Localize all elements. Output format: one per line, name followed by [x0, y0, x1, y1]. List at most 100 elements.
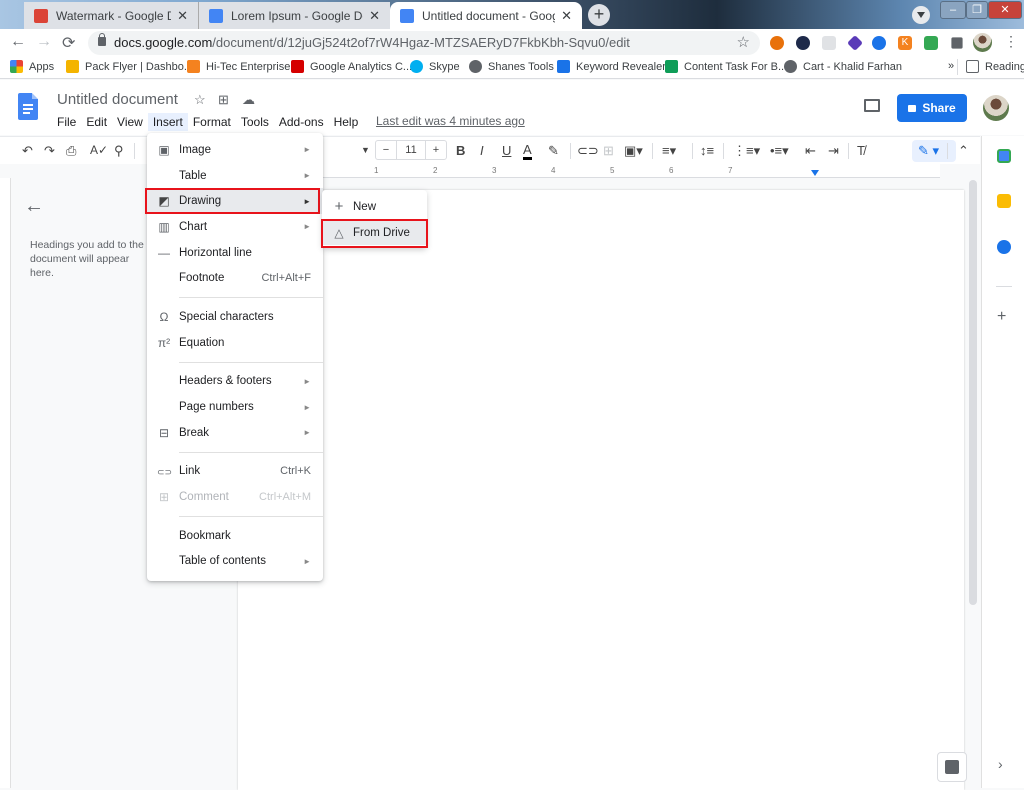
extension-7-icon[interactable] — [847, 35, 863, 51]
explore-button[interactable] — [937, 752, 967, 782]
forward-icon[interactable]: → — [36, 33, 52, 51]
bookmark-apps[interactable]: Apps — [10, 60, 54, 73]
google-calendar-icon[interactable] — [997, 149, 1011, 163]
menu-help[interactable]: Help — [329, 113, 364, 131]
extensions-puzzle-icon[interactable] — [951, 37, 963, 49]
paint-format-icon[interactable]: ⚲ — [114, 143, 124, 159]
insert-image-icon[interactable]: ▣▾ — [624, 143, 643, 159]
tab-lorem-ipsum-docs[interactable]: Lorem Ipsum - Google Docs ✕ — [198, 2, 390, 29]
underline-button[interactable]: U — [502, 143, 511, 158]
close-tab-icon[interactable]: ✕ — [177, 8, 188, 24]
extension-50-icon[interactable] — [770, 36, 784, 50]
increase-font-size-button[interactable]: + — [426, 141, 446, 159]
text-color-button[interactable]: A — [523, 143, 532, 160]
font-size-stepper[interactable]: − 11 + — [375, 140, 447, 160]
google-tasks-icon[interactable] — [997, 240, 1011, 254]
redo-icon[interactable]: ↷ — [44, 143, 55, 159]
last-edit-link[interactable]: Last edit was 4 minutes ago — [376, 114, 525, 128]
bulleted-list-icon[interactable]: •≡▾ — [770, 143, 789, 159]
document-title[interactable]: Untitled document — [57, 91, 178, 108]
undo-icon[interactable]: ↶ — [22, 143, 33, 159]
menu-item-link[interactable]: ⊂⊃ Link Ctrl+K — [147, 459, 323, 485]
add-comment-icon[interactable]: ⊞ — [603, 143, 614, 159]
menu-item-table[interactable]: Table ► — [147, 163, 323, 189]
menu-item-page-numbers[interactable]: Page numbers ► — [147, 394, 323, 420]
italic-button[interactable]: I — [480, 143, 484, 158]
user-avatar[interactable] — [983, 95, 1009, 121]
menu-item-equation[interactable]: π² Equation — [147, 330, 323, 356]
tab-untitled-document[interactable]: Untitled document - Google Doc ✕ — [390, 2, 582, 29]
collapse-toolbar-icon[interactable]: ⌃ — [958, 143, 969, 159]
menu-format[interactable]: Format — [188, 113, 236, 131]
menu-item-bookmark[interactable]: Bookmark — [147, 523, 323, 549]
bookmark-star-icon[interactable]: ☆ — [737, 33, 750, 51]
move-folder-icon[interactable]: ⊞ — [218, 92, 229, 108]
insert-link-icon[interactable]: ⊂⊃ — [577, 143, 599, 159]
new-tab-button[interactable]: + — [588, 4, 610, 26]
menu-item-image[interactable]: ▣ Image ► — [147, 137, 323, 163]
menu-view[interactable]: View — [112, 113, 148, 131]
extension-check-icon[interactable] — [872, 36, 886, 50]
menu-item-headers-footers[interactable]: Headers & footers ► — [147, 369, 323, 395]
line-spacing-icon[interactable]: ↕≡ — [700, 143, 714, 158]
extension-1-icon[interactable] — [924, 36, 938, 50]
close-tab-icon[interactable]: ✕ — [561, 8, 572, 24]
align-icon[interactable]: ≡▾ — [662, 143, 676, 159]
back-icon[interactable]: ← — [10, 33, 26, 51]
menu-item-break[interactable]: ⊟ Break ► — [147, 420, 323, 446]
bookmark-content-task[interactable]: Content Task For B... — [665, 60, 787, 73]
menu-item-table-of-contents[interactable]: Table of contents ► — [147, 549, 323, 575]
bookmarks-overflow-button[interactable]: » — [948, 60, 954, 72]
bookmark-shanes-tools[interactable]: Shanes Tools — [469, 60, 554, 73]
editing-mode-button[interactable]: ✎ ▾ — [912, 140, 956, 162]
show-side-panel-chevron-icon[interactable]: › — [998, 756, 1003, 772]
bookmark-hi-tec[interactable]: Hi-Tec Enterprise — [187, 60, 290, 73]
url-input[interactable]: docs.google.com/document/d/12juGj524t2of… — [88, 31, 760, 55]
menu-add-ons[interactable]: Add-ons — [274, 113, 329, 131]
menu-item-horizontal-line[interactable]: — Horizontal line — [147, 240, 323, 266]
vertical-ruler[interactable] — [0, 178, 11, 788]
extension-similarweb-icon[interactable] — [796, 36, 810, 50]
menu-item-comment[interactable]: ⊞ Comment Ctrl+Alt+M — [147, 484, 323, 510]
tab-watermark-drawings[interactable]: Watermark - Google Drawings ✕ — [24, 2, 198, 29]
spellcheck-icon[interactable]: A✓ — [90, 143, 108, 157]
menu-item-chart[interactable]: ▥ Chart ► — [147, 214, 323, 240]
bold-button[interactable]: B — [456, 143, 465, 158]
google-docs-logo[interactable] — [18, 93, 38, 120]
bookmark-keyword-revealer[interactable]: Keyword Revealer — [557, 60, 666, 73]
menu-file[interactable]: File — [52, 113, 81, 131]
minimize-button[interactable]: – — [940, 1, 966, 19]
get-add-ons-plus-icon[interactable]: + — [997, 308, 1006, 326]
google-keep-icon[interactable] — [997, 194, 1011, 208]
tab-search-icon[interactable] — [912, 6, 930, 24]
bookmark-skype[interactable]: Skype — [410, 60, 460, 73]
comment-history-icon[interactable] — [864, 99, 880, 112]
reading-list-button[interactable]: Reading list — [966, 60, 1024, 73]
share-button[interactable]: Share — [897, 94, 967, 122]
menu-item-new-drawing[interactable]: + New — [322, 194, 427, 220]
decrease-indent-icon[interactable]: ⇤ — [805, 143, 816, 159]
reload-icon[interactable]: ⟳ — [62, 33, 75, 53]
close-tab-icon[interactable]: ✕ — [369, 8, 380, 24]
close-window-button[interactable]: ✕ — [988, 1, 1022, 19]
menu-edit[interactable]: Edit — [81, 113, 112, 131]
vertical-scrollbar[interactable] — [969, 180, 977, 605]
cloud-saved-icon[interactable]: ☁ — [242, 92, 255, 108]
print-icon[interactable]: ⎙ — [66, 143, 76, 159]
font-size-input[interactable]: 11 — [396, 141, 426, 159]
document-page[interactable] — [238, 190, 964, 790]
menu-insert[interactable]: Insert — [147, 113, 188, 131]
numbered-list-icon[interactable]: ⋮≡▾ — [733, 143, 760, 159]
extension-a-icon[interactable] — [822, 36, 836, 50]
extension-k-icon[interactable]: K — [898, 36, 912, 50]
increase-indent-icon[interactable]: ⇥ — [828, 143, 839, 159]
horizontal-ruler[interactable]: 1 2 3 4 5 6 7 — [240, 164, 940, 178]
bookmark-cart[interactable]: Cart - Khalid Farhan — [784, 60, 902, 73]
bookmark-google-analytics[interactable]: Google Analytics C... — [291, 60, 412, 73]
right-indent-marker[interactable] — [811, 170, 819, 176]
decrease-font-size-button[interactable]: − — [376, 141, 396, 159]
profile-avatar[interactable] — [973, 33, 992, 52]
menu-tools[interactable]: Tools — [236, 113, 274, 131]
restore-button[interactable]: ❐ — [966, 1, 988, 19]
menu-item-special-characters[interactable]: Ω Special characters — [147, 304, 323, 330]
